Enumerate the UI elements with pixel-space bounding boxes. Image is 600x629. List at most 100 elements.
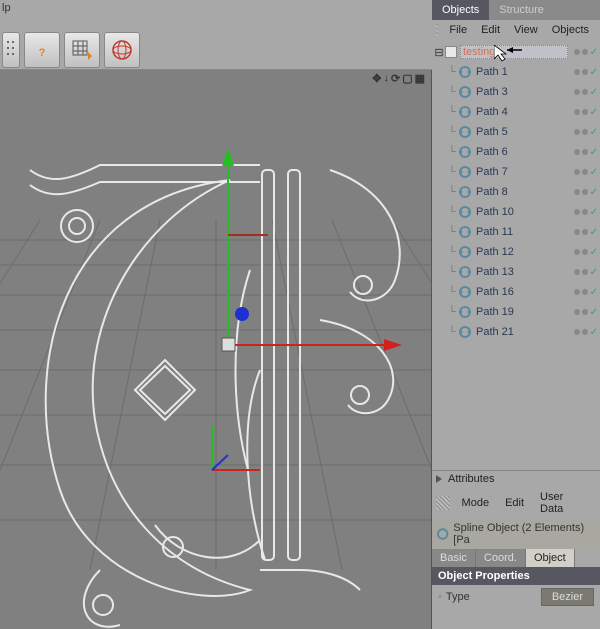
property-value-type[interactable]: Bezier [541,588,594,606]
enable-check-icon[interactable]: ✓ [590,247,598,258]
tree-item-label[interactable]: Path 12 [474,246,568,258]
vis-dot-icon[interactable] [582,169,588,175]
tree-child-row[interactable]: └Path 7✓ [434,162,600,182]
vis-dot-icon[interactable] [574,209,580,215]
axis-gizmo[interactable] [0,70,432,629]
vis-dot-icon[interactable] [574,169,580,175]
tree-item-label[interactable]: Path 5 [474,126,568,138]
object-tree[interactable]: ⊟ testing ✓ └Path 1✓└Path 3✓└Path 4✓└Pat… [432,40,600,470]
enable-check-icon[interactable]: ✓ [590,267,598,278]
enable-check-icon[interactable]: ✓ [590,47,598,58]
tree-item-label[interactable]: Path 6 [474,146,568,158]
vis-dot-icon[interactable] [574,89,580,95]
vis-dot-icon[interactable] [582,109,588,115]
enable-check-icon[interactable]: ✓ [590,167,598,178]
vis-dot-icon[interactable] [582,49,588,55]
tree-child-row[interactable]: └Path 19✓ [434,302,600,322]
vis-dot-icon[interactable] [582,69,588,75]
enable-check-icon[interactable]: ✓ [590,287,598,298]
vis-dot-icon[interactable] [582,269,588,275]
frame-icon[interactable]: ▢ [402,72,412,85]
tree-item-label[interactable]: Path 8 [474,186,568,198]
tree-child-row[interactable]: └Path 8✓ [434,182,600,202]
vis-dot-icon[interactable] [582,209,588,215]
vis-dot-icon[interactable] [574,69,580,75]
vis-dot-icon[interactable] [574,109,580,115]
menu-objects[interactable]: Objects [545,22,596,38]
tree-child-row[interactable]: └Path 10✓ [434,202,600,222]
tree-child-row[interactable]: └Path 4✓ [434,102,600,122]
tree-child-row[interactable]: └Path 13✓ [434,262,600,282]
tree-item-label[interactable]: Path 1 [474,66,568,78]
tree-child-row[interactable]: └Path 6✓ [434,142,600,162]
viewport-3d[interactable]: ✥ ↓ ⟳ ▢ ▦ [0,70,432,629]
enable-check-icon[interactable]: ✓ [590,67,598,78]
vis-dot-icon[interactable] [574,289,580,295]
attr-menu-edit[interactable]: Edit [497,495,532,511]
attr-menu-mode[interactable]: Mode [454,495,498,511]
tree-child-row[interactable]: └Path 21✓ [434,322,600,342]
vis-dot-icon[interactable] [574,309,580,315]
attr-tab-coord[interactable]: Coord. [476,549,526,567]
tree-item-label[interactable]: Path 11 [474,226,568,238]
tree-child-row[interactable]: └Path 3✓ [434,82,600,102]
enable-check-icon[interactable]: ✓ [590,207,598,218]
tree-child-row[interactable]: └Path 1✓ [434,62,600,82]
tree-item-label[interactable]: Path 21 [474,326,568,338]
vis-dot-icon[interactable] [574,129,580,135]
help-menu-fragment[interactable]: lp [2,2,11,14]
tree-item-label[interactable]: Path 13 [474,266,568,278]
vis-dot-icon[interactable] [574,49,580,55]
vis-dot-icon[interactable] [582,189,588,195]
vis-dot-icon[interactable] [582,229,588,235]
tree-item-label[interactable]: Path 3 [474,86,568,98]
attr-menu-userdata[interactable]: User Data [532,489,596,517]
collapse-icon[interactable]: ⊟ [434,46,444,59]
tree-item-label[interactable]: Path 4 [474,106,568,118]
dolly-icon[interactable]: ↓ [383,72,389,85]
pan-icon[interactable]: ✥ [372,72,381,85]
tree-root-label[interactable]: testing [460,45,568,59]
orbit-icon[interactable]: ⟳ [391,72,400,85]
vis-dot-icon[interactable] [574,329,580,335]
vis-dot-icon[interactable] [574,269,580,275]
tab-structure[interactable]: Structure [489,0,554,20]
menu-view[interactable]: View [507,22,545,38]
tab-objects[interactable]: Objects [432,0,489,20]
layout-icon[interactable]: ▦ [415,72,425,85]
vis-dot-icon[interactable] [582,329,588,335]
help-icon[interactable]: ? [24,32,60,68]
vis-dot-icon[interactable] [574,149,580,155]
panel-grip-icon[interactable] [436,496,450,510]
tree-child-row[interactable]: └Path 16✓ [434,282,600,302]
globe-icon[interactable] [104,32,140,68]
dotted-tool-icon[interactable] [2,32,20,68]
chevron-right-icon[interactable] [434,474,444,484]
vis-dot-icon[interactable] [574,189,580,195]
tree-item-label[interactable]: Path 10 [474,206,568,218]
tree-child-row[interactable]: └Path 11✓ [434,222,600,242]
vis-dot-icon[interactable] [582,309,588,315]
vis-dot-icon[interactable] [574,249,580,255]
enable-check-icon[interactable]: ✓ [590,127,598,138]
grid-arrow-icon[interactable] [64,32,100,68]
attr-tab-basic[interactable]: Basic [432,549,476,567]
tree-child-row[interactable]: └Path 5✓ [434,122,600,142]
tree-item-label[interactable]: Path 19 [474,306,568,318]
vis-dot-icon[interactable] [582,249,588,255]
enable-check-icon[interactable]: ✓ [590,187,598,198]
tree-item-label[interactable]: Path 7 [474,166,568,178]
enable-check-icon[interactable]: ✓ [590,327,598,338]
attr-tab-object[interactable]: Object [526,549,575,567]
vis-dot-icon[interactable] [582,129,588,135]
enable-check-icon[interactable]: ✓ [590,307,598,318]
enable-check-icon[interactable]: ✓ [590,147,598,158]
tree-item-label[interactable]: Path 16 [474,286,568,298]
enable-check-icon[interactable]: ✓ [590,87,598,98]
enable-check-icon[interactable]: ✓ [590,107,598,118]
panel-grip-icon[interactable] [436,23,438,37]
vis-dot-icon[interactable] [582,289,588,295]
tree-child-row[interactable]: └Path 12✓ [434,242,600,262]
vis-dot-icon[interactable] [574,229,580,235]
vis-dot-icon[interactable] [582,89,588,95]
